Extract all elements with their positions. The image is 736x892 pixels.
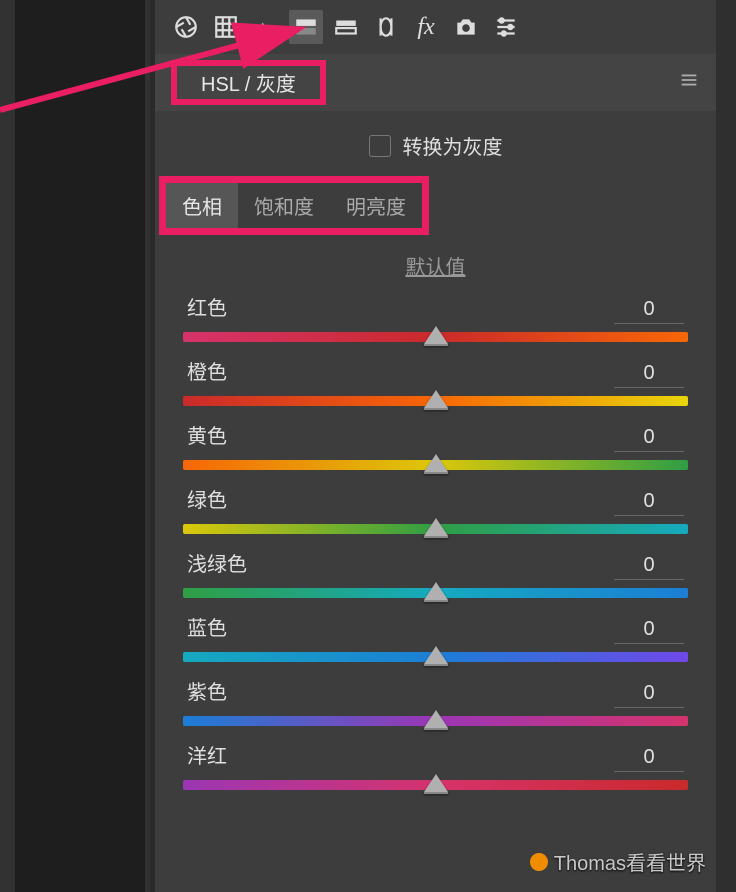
grid-icon[interactable] [209, 10, 243, 44]
slider-orange: 橙色 0 [183, 356, 688, 406]
tabs-highlight-box: 色相 饱和度 明亮度 [159, 176, 429, 235]
slider-red: 红色 0 [183, 292, 688, 342]
default-link-row: 默认值 [155, 235, 716, 292]
slider-thumb[interactable] [424, 326, 448, 344]
title-highlight-box: HSL / 灰度 [171, 60, 326, 105]
slider-aqua: 浅绿色 0 [183, 548, 688, 598]
aperture-icon[interactable] [169, 10, 203, 44]
slider-yellow: 黄色 0 [183, 420, 688, 470]
panel-title-row: HSL / 灰度 [155, 54, 716, 111]
slider-label: 蓝色 [187, 612, 227, 641]
slider-blue: 蓝色 0 [183, 612, 688, 662]
slider-value[interactable]: 0 [614, 618, 684, 644]
slider-thumb[interactable] [424, 454, 448, 472]
slider-value[interactable]: 0 [614, 682, 684, 708]
slider-thumb[interactable] [424, 582, 448, 600]
tab-hue[interactable]: 色相 [166, 183, 238, 228]
slider-value[interactable]: 0 [614, 298, 684, 324]
slider-track[interactable] [183, 588, 688, 598]
hsl-tabs: 色相 饱和度 明亮度 [166, 183, 422, 228]
slider-track[interactable] [183, 780, 688, 790]
slider-green: 绿色 0 [183, 484, 688, 534]
left-dark-strip [15, 0, 145, 892]
slider-thumb[interactable] [424, 518, 448, 536]
sliders-icon[interactable] [489, 10, 523, 44]
slider-label: 紫色 [187, 676, 227, 705]
default-link[interactable]: 默认值 [406, 257, 466, 279]
slider-value[interactable]: 0 [614, 426, 684, 452]
slider-value[interactable]: 0 [614, 490, 684, 516]
slider-purple: 紫色 0 [183, 676, 688, 726]
slider-label: 红色 [187, 292, 227, 321]
panel-title: HSL / 灰度 [189, 70, 308, 100]
slider-magenta: 洋红 0 [183, 740, 688, 790]
slider-label: 橙色 [187, 356, 227, 385]
slider-value[interactable]: 0 [614, 554, 684, 580]
slider-track[interactable] [183, 524, 688, 534]
tab-saturation[interactable]: 饱和度 [238, 183, 330, 228]
watermark: Thomas看看世界 [530, 847, 706, 876]
split-icon[interactable] [329, 10, 363, 44]
grayscale-row: 转换为灰度 [155, 111, 716, 176]
slider-track[interactable] [183, 396, 688, 406]
slider-track[interactable] [183, 716, 688, 726]
slider-thumb[interactable] [424, 774, 448, 792]
grayscale-label: 转换为灰度 [403, 131, 503, 160]
watermark-logo-icon [530, 853, 548, 871]
slider-track[interactable] [183, 652, 688, 662]
tab-luminance[interactable]: 明亮度 [330, 183, 422, 228]
right-gutter [716, 0, 736, 892]
slider-value[interactable]: 0 [614, 746, 684, 772]
camera-icon[interactable] [449, 10, 483, 44]
gradient-icon[interactable] [289, 10, 323, 44]
lens-icon[interactable] [369, 10, 403, 44]
slider-label: 绿色 [187, 484, 227, 513]
left-gutter [0, 0, 150, 892]
sliders-container: 红色 0 橙色 0 黄色 0 [155, 292, 716, 790]
hsl-panel: fx HSL / 灰度 转换为灰度 色相 饱和度 明亮度 默认值 [155, 0, 716, 892]
slider-value[interactable]: 0 [614, 362, 684, 388]
slider-label: 浅绿色 [187, 548, 247, 577]
slider-thumb[interactable] [424, 710, 448, 728]
slider-label: 黄色 [187, 420, 227, 449]
slider-track[interactable] [183, 332, 688, 342]
grayscale-checkbox[interactable] [369, 135, 391, 157]
panel-toolbar: fx [155, 0, 716, 52]
slider-thumb[interactable] [424, 646, 448, 664]
menu-icon[interactable] [678, 69, 702, 96]
slider-label: 洋红 [187, 740, 227, 769]
fx-icon[interactable]: fx [409, 10, 443, 44]
slider-thumb[interactable] [424, 390, 448, 408]
mountain-icon[interactable] [249, 10, 283, 44]
watermark-text: Thomas看看世界 [554, 847, 706, 876]
slider-track[interactable] [183, 460, 688, 470]
